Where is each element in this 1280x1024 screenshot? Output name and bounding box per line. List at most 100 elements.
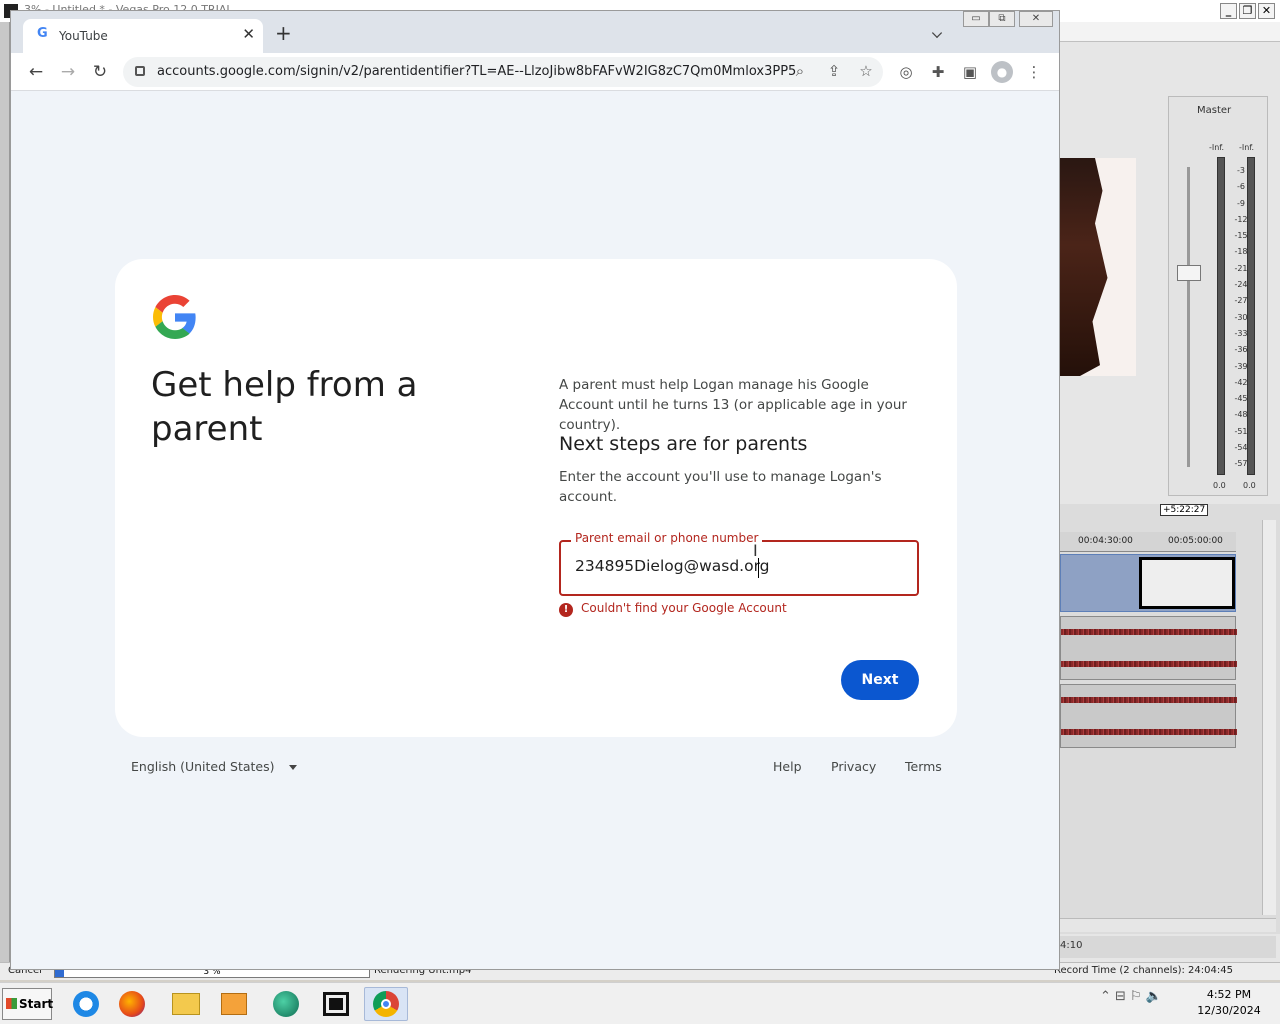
tab-search-chevron-icon[interactable] bbox=[931, 27, 943, 39]
error-message: ! Couldn't find your Google Account bbox=[559, 601, 787, 617]
minimize-button[interactable]: _ bbox=[1220, 3, 1237, 19]
chrome-minimize-button[interactable]: ▭ bbox=[963, 11, 989, 27]
audio-track[interactable] bbox=[1060, 684, 1237, 748]
meter-tick-label: -48 bbox=[1234, 410, 1248, 420]
next-steps-heading: Next steps are for parents bbox=[559, 433, 808, 455]
parent-email-input[interactable] bbox=[575, 557, 895, 575]
audio-track[interactable] bbox=[1060, 616, 1237, 680]
fader-knob[interactable] bbox=[1177, 265, 1201, 281]
meter-tick-label: -24 bbox=[1234, 280, 1248, 290]
taskbar-clock[interactable]: 4:52 PM 12/30/2024 bbox=[1196, 987, 1262, 1019]
url-text[interactable]: accounts.google.com/signin/v2/parentiden… bbox=[157, 64, 797, 79]
video-clip-thumbnail[interactable] bbox=[1139, 557, 1235, 609]
start-button[interactable]: Start bbox=[2, 988, 54, 1020]
clock-time: 4:52 PM bbox=[1206, 988, 1252, 1001]
meter-tick-label: -15 bbox=[1234, 231, 1248, 241]
meter-tick-label: -3 bbox=[1237, 166, 1245, 175]
chrome-close-button[interactable]: ✕ bbox=[1019, 11, 1053, 27]
restore-button[interactable]: ❐ bbox=[1239, 3, 1256, 19]
back-arrow-icon[interactable]: ← bbox=[23, 59, 49, 85]
clock-date: 12/30/2024 bbox=[1197, 1004, 1261, 1017]
profile-avatar-icon[interactable]: ● bbox=[991, 61, 1013, 83]
language-dropdown-icon[interactable] bbox=[289, 765, 297, 770]
forward-arrow-icon[interactable]: → bbox=[55, 59, 81, 85]
timeline-ruler[interactable]: 00:04:30:00 00:05:00:00 bbox=[1060, 532, 1236, 552]
chrome-window: G YouTube ✕ + ▭ ⧉ ✕ ← → ↻ accounts.googl… bbox=[10, 10, 1060, 970]
close-tab-icon[interactable]: ✕ bbox=[242, 25, 255, 43]
master-mixer: Master -Inf. -Inf. -3 -6 -9 -12 -15 -18 -21 -24… bbox=[1168, 96, 1268, 496]
chrome-maximize-button[interactable]: ⧉ bbox=[989, 11, 1015, 27]
vegas-film-icon[interactable] bbox=[314, 987, 358, 1021]
meter-tick-label: -27 bbox=[1234, 296, 1248, 306]
meter-tick-label: -12 bbox=[1234, 214, 1248, 224]
puzzle-extensions-icon[interactable]: ✚ bbox=[927, 61, 949, 83]
meter-tick-label: -39 bbox=[1234, 361, 1248, 371]
tab-title: YouTube bbox=[59, 29, 108, 43]
address-bar[interactable]: accounts.google.com/signin/v2/parentiden… bbox=[123, 57, 883, 87]
meter-inf-left: -Inf. bbox=[1209, 143, 1225, 152]
windows-flag-icon bbox=[6, 998, 17, 1009]
parent-email-field[interactable]: Parent email or phone number bbox=[559, 531, 919, 596]
lock-icon bbox=[135, 66, 145, 76]
start-label: Start bbox=[19, 997, 54, 1011]
terms-link[interactable]: Terms bbox=[905, 759, 942, 774]
error-icon: ! bbox=[559, 603, 573, 617]
meter-inf-right: -Inf. bbox=[1239, 143, 1255, 152]
taskbar: Start ⌃ ⊟ ⚐ 🔈 4:52 PM 12/30/2024 bbox=[0, 982, 1280, 1024]
video-track[interactable] bbox=[1060, 554, 1236, 612]
meter-tick-label: -54 bbox=[1234, 443, 1248, 453]
ruler-mark: 00:04:30:00 bbox=[1078, 536, 1133, 546]
background-left-panel bbox=[0, 22, 10, 972]
extension-icon[interactable]: ◎ bbox=[895, 61, 917, 83]
language-selector[interactable]: English (United States) bbox=[131, 759, 275, 774]
meter-zero-left: 0.0 bbox=[1213, 481, 1226, 490]
share-icon[interactable]: ⇪ bbox=[823, 62, 845, 80]
meter-tick-label: -51 bbox=[1234, 426, 1248, 436]
zoom-search-icon[interactable]: ⌕ bbox=[789, 62, 811, 80]
close-button[interactable]: ✕ bbox=[1258, 3, 1275, 19]
media-player-icon[interactable] bbox=[212, 987, 256, 1021]
file-explorer-icon[interactable] bbox=[164, 987, 208, 1021]
signin-card: Get help from a parent A parent must hel… bbox=[115, 259, 957, 737]
text-caret bbox=[758, 558, 759, 578]
meter-tick-label: -6 bbox=[1237, 182, 1245, 192]
firefox-icon[interactable] bbox=[110, 987, 154, 1021]
chrome-icon[interactable] bbox=[364, 987, 408, 1021]
tab-strip: G YouTube ✕ + ▭ ⧉ ✕ bbox=[11, 11, 1059, 53]
timeline-horizontal-scrollbar[interactable] bbox=[1060, 918, 1276, 932]
error-text: Couldn't find your Google Account bbox=[581, 601, 787, 615]
help-link[interactable]: Help bbox=[773, 759, 802, 774]
tab-youtube[interactable]: G YouTube ✕ bbox=[23, 19, 263, 53]
chrome-menu-icon[interactable]: ⋮ bbox=[1023, 61, 1045, 83]
meter-ticks: -3 -6 -9 -12 -15 -18 -21 -24 -27 -30 -33 -36 -39 -42 -… bbox=[1231, 163, 1251, 473]
reload-icon[interactable]: ↻ bbox=[87, 59, 113, 85]
meter-tick-label: -18 bbox=[1234, 247, 1248, 257]
background-toolbar bbox=[1060, 22, 1280, 42]
meter-tick-label: -45 bbox=[1234, 394, 1248, 404]
meter-tick-label: -57 bbox=[1234, 459, 1248, 469]
fader-track bbox=[1187, 167, 1190, 467]
side-panel-icon[interactable]: ▣ bbox=[959, 61, 981, 83]
new-tab-button[interactable]: + bbox=[275, 23, 292, 43]
bookmark-star-icon[interactable]: ☆ bbox=[855, 62, 877, 80]
mixer-label: Master bbox=[1197, 105, 1232, 116]
instruction-text: Enter the account you'll use to manage L… bbox=[559, 469, 882, 505]
meter-tick-label: -36 bbox=[1234, 345, 1248, 355]
meter-tick-label: -33 bbox=[1234, 328, 1248, 338]
meter-tick-label: -42 bbox=[1234, 377, 1248, 387]
transport-strip: 4:10 bbox=[1060, 936, 1276, 958]
meter-tick-label: -30 bbox=[1234, 312, 1248, 322]
system-tray[interactable]: ⌃ ⊟ ⚐ 🔈 bbox=[1100, 989, 1200, 1019]
timecode-readout: +5:22:27 bbox=[1160, 504, 1209, 516]
parent-email-label: Parent email or phone number bbox=[571, 531, 763, 545]
meter-tick-label: -21 bbox=[1234, 263, 1248, 273]
internet-explorer-icon[interactable] bbox=[64, 987, 108, 1021]
time-readout: 4:10 bbox=[1060, 940, 1083, 951]
app-globe-icon[interactable] bbox=[264, 987, 308, 1021]
browser-toolbar: ← → ↻ accounts.google.com/signin/v2/pare… bbox=[11, 53, 1059, 91]
ibeam-cursor-icon: I bbox=[753, 541, 758, 560]
privacy-link[interactable]: Privacy bbox=[831, 759, 876, 774]
next-button[interactable]: Next bbox=[841, 660, 919, 700]
page-title: Get help from a parent bbox=[151, 365, 418, 449]
timeline-vertical-scrollbar[interactable] bbox=[1262, 520, 1276, 915]
